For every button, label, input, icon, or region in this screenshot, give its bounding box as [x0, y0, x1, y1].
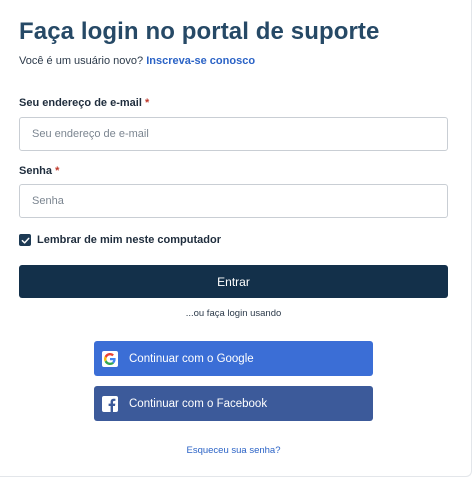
email-label-text: Seu endereço de e-mail: [19, 97, 142, 109]
email-label: Seu endereço de e-mail *: [19, 97, 149, 109]
google-g-icon: [102, 350, 118, 367]
remember-me-row: Lembrar de mim neste computador: [19, 234, 221, 246]
page-title: Faça login no portal de suporte: [19, 18, 380, 45]
checkmark-icon: [21, 237, 29, 244]
facebook-f-icon: [102, 395, 118, 412]
facebook-login-button[interactable]: Continuar com o Facebook: [94, 386, 373, 421]
signup-prompt-text: Você é um usuário novo?: [19, 55, 144, 67]
google-login-button[interactable]: Continuar com o Google: [94, 341, 373, 376]
signup-link[interactable]: Inscreva-se conosco: [146, 55, 255, 67]
remember-me-checkbox[interactable]: [19, 234, 31, 246]
password-required-marker: *: [55, 165, 60, 177]
password-label: Senha *: [19, 165, 59, 177]
login-button[interactable]: Entrar: [19, 265, 448, 298]
google-login-label: Continuar com o Google: [129, 352, 254, 365]
password-label-text: Senha: [19, 165, 53, 177]
login-card: Faça login no portal de suporte Você é u…: [0, 0, 472, 477]
remember-me-label[interactable]: Lembrar de mim neste computador: [37, 234, 221, 246]
forgot-password-link[interactable]: Esqueceu sua senha?: [0, 445, 467, 456]
alt-login-divider: ...ou faça login usando: [185, 308, 282, 319]
email-field[interactable]: [19, 117, 448, 151]
password-field[interactable]: [19, 184, 448, 218]
signup-prompt: Você é um usuário novo? Inscreva-se cono…: [19, 55, 255, 67]
login-button-label: Entrar: [217, 274, 250, 289]
email-required-marker: *: [144, 97, 150, 109]
facebook-login-label: Continuar com o Facebook: [129, 397, 268, 410]
